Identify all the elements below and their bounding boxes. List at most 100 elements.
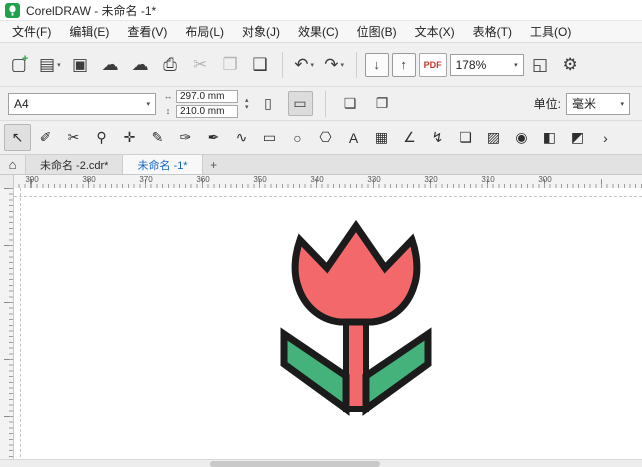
portrait-button[interactable]: ▯: [256, 91, 281, 116]
horizontal-scrollbar[interactable]: [0, 459, 642, 467]
publish-pdf-button[interactable]: PDF: [418, 52, 447, 77]
chevron-down-icon: ▾: [340, 61, 344, 69]
options-button[interactable]: ⚙: [557, 49, 584, 81]
menu-tools[interactable]: 工具(O): [521, 21, 580, 42]
ellipse-tool[interactable]: ○: [284, 124, 311, 151]
transparency-tool[interactable]: ▨: [480, 124, 507, 151]
bezier-tool[interactable]: ∿: [228, 124, 255, 151]
rectangle-tool[interactable]: ▭: [256, 124, 283, 151]
open-button[interactable]: ▤ ▾: [36, 49, 64, 81]
copy-button[interactable]: ❐: [217, 49, 244, 81]
menu-view[interactable]: 查看(V): [118, 21, 176, 42]
page-width-input[interactable]: 297.0 mm: [176, 89, 238, 103]
polygon-tool[interactable]: ⎔: [312, 124, 339, 151]
document-tab-untitled-1[interactable]: 未命名 -1*: [123, 155, 203, 174]
chevron-down-icon: ▾: [620, 100, 624, 108]
print-button[interactable]: ⎙: [157, 49, 184, 81]
paste-button[interactable]: ❑: [247, 49, 274, 81]
cloud-download-button[interactable]: ☁: [97, 49, 124, 81]
fullscreen-preview-icon: ◱: [532, 54, 549, 74]
menu-edit[interactable]: 编辑(E): [60, 21, 118, 42]
new-document-button[interactable]: ▢ +: [6, 49, 33, 81]
fullscreen-preview-button[interactable]: ◱: [527, 49, 554, 81]
pen-tool[interactable]: ✒: [200, 124, 227, 151]
canvas[interactable]: [14, 188, 642, 467]
toolbox-overflow-button[interactable]: ›: [592, 124, 619, 151]
landscape-page-icon: ▭: [293, 95, 307, 111]
menu-table[interactable]: 表格(T): [464, 21, 521, 42]
page-size-select[interactable]: A4 ▾: [8, 92, 156, 115]
dimension-tool[interactable]: ∠: [396, 124, 423, 151]
window-title: CorelDRAW - 未命名 -1*: [26, 3, 157, 18]
current-page-button[interactable]: ❏: [338, 91, 363, 116]
tulip-drawing[interactable]: [280, 219, 432, 416]
redo-button[interactable]: ↷ ▾: [321, 49, 348, 81]
tulip-leaf-left[interactable]: [280, 327, 350, 416]
smart-fill-tool[interactable]: ◩: [564, 124, 591, 151]
color-eyedropper-tool[interactable]: ◉: [508, 124, 535, 151]
pick-tool[interactable]: ↖: [4, 124, 31, 151]
vertical-ruler[interactable]: [0, 188, 14, 467]
dimension-tool-icon: ∠: [403, 129, 416, 145]
undo-icon: ↶: [294, 54, 309, 74]
dimension-spinner[interactable]: ▴ ▾: [245, 97, 249, 111]
interactive-fill-tool[interactable]: ◧: [536, 124, 563, 151]
portrait-page-icon: ▯: [264, 95, 272, 111]
text-tool-icon: A: [348, 129, 359, 146]
page-height-input[interactable]: 210.0 mm: [176, 104, 238, 118]
paste-icon: ❑: [252, 54, 268, 74]
document-tab-untitled-2[interactable]: 未命名 -2.cdr*: [26, 155, 124, 174]
artistic-media-tool[interactable]: ✑: [172, 124, 199, 151]
bezier-tool-icon: ∿: [235, 129, 248, 145]
crop-tool[interactable]: ✂: [60, 124, 87, 151]
tulip-leaf-right[interactable]: [362, 327, 432, 416]
menu-bitmaps[interactable]: 位图(B): [348, 21, 406, 42]
cloud-upload-button[interactable]: ☁: [127, 49, 154, 81]
shape-tool[interactable]: ✐: [32, 124, 59, 151]
pan-tool[interactable]: ✛: [116, 124, 143, 151]
ruler-minor-ticks: [9, 188, 13, 467]
connector-tool[interactable]: ↯: [424, 124, 451, 151]
menu-file[interactable]: 文件(F): [3, 21, 60, 42]
spinner-down-icon[interactable]: ▾: [245, 104, 249, 111]
ruler-label: 360: [196, 175, 210, 184]
new-document-tab-button[interactable]: +: [203, 155, 225, 174]
chevron-down-icon: ▾: [57, 61, 61, 69]
zoom-level-select[interactable]: 178% ▾: [449, 53, 524, 76]
menu-effects[interactable]: 效果(C): [289, 21, 348, 42]
coreldraw-logo-icon: [5, 2, 20, 18]
save-button[interactable]: ▣: [67, 49, 94, 81]
landscape-button[interactable]: ▭: [287, 91, 313, 116]
cloud-download-icon: ☁: [101, 54, 119, 74]
toolbar-separator: [355, 51, 357, 78]
tulip-head[interactable]: [291, 219, 421, 326]
horizontal-ruler[interactable]: 390 380 370 360 350 340 330 320 310 300: [14, 175, 642, 188]
cut-button[interactable]: ✂: [187, 49, 214, 81]
menu-layout[interactable]: 布局(L): [176, 21, 233, 42]
menu-text[interactable]: 文本(X): [406, 21, 464, 42]
copy-icon: ❐: [222, 54, 238, 74]
freehand-tool[interactable]: ✎: [144, 124, 171, 151]
pan-tool-icon: ✛: [123, 129, 136, 145]
units-value: 毫米: [572, 97, 597, 111]
export-button[interactable]: ↑: [391, 52, 416, 77]
zoom-tool[interactable]: ⚲: [88, 124, 115, 151]
units-select[interactable]: 毫米 ▾: [566, 92, 630, 115]
ruler-origin[interactable]: [0, 175, 14, 188]
undo-button[interactable]: ↶ ▾: [291, 49, 318, 81]
scrollbar-thumb[interactable]: [210, 461, 380, 467]
menu-object[interactable]: 对象(J): [233, 21, 289, 42]
import-button[interactable]: ↓: [364, 52, 389, 77]
units-group: 单位: 毫米 ▾: [534, 92, 634, 115]
welcome-screen-tab[interactable]: ⌂: [0, 155, 26, 174]
page-dimensions: ↔ 297.0 mm ↕ 210.0 mm: [163, 89, 238, 118]
text-tool[interactable]: A: [340, 124, 367, 151]
cut-icon: ✂: [192, 54, 208, 74]
menu-bar: 文件(F) 编辑(E) 查看(V) 布局(L) 对象(J) 效果(C) 位图(B…: [0, 20, 642, 42]
drop-shadow-tool[interactable]: ❏: [452, 124, 479, 151]
chevron-down-icon: ▾: [514, 61, 518, 69]
pick-tool-icon: ↖: [11, 129, 24, 145]
all-pages-button[interactable]: ❐: [370, 91, 395, 116]
table-tool[interactable]: ▦: [368, 124, 395, 151]
spinner-up-icon[interactable]: ▴: [245, 97, 249, 104]
